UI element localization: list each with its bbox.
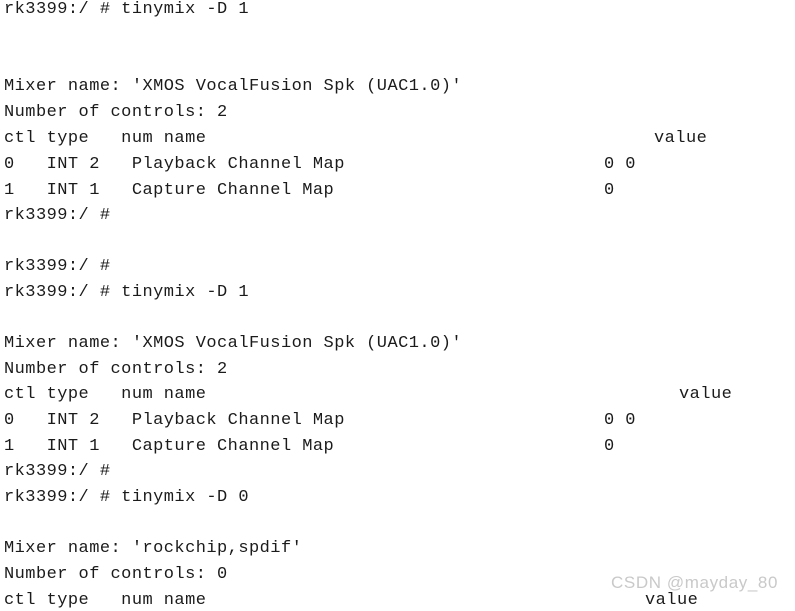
control-value: 0 — [604, 437, 615, 456]
terminal-line-output: Number of controls: 2 — [0, 100, 795, 126]
terminal-line-prompt: rk3399:/ # — [0, 203, 795, 229]
terminal-line-prompt: rk3399:/ # — [0, 459, 795, 485]
value-column-header: value — [679, 385, 733, 404]
terminal-line-command: rk3399:/ # tinymix -D 0 — [0, 485, 795, 511]
terminal-line-text: ctl type num name — [4, 129, 207, 148]
terminal-line-header: ctl type num name value — [0, 382, 795, 408]
terminal-line-output: Mixer name: 'XMOS VocalFusion Spk (UAC1.… — [0, 331, 795, 357]
terminal-line-text: ctl type num name — [4, 591, 207, 610]
terminal-line-header: ctl type num name value — [0, 126, 795, 152]
value-column-header: value — [654, 129, 708, 148]
terminal-line-command: rk3399:/ # tinymix -D 1 — [0, 280, 795, 306]
terminal-line-text: Number of controls: 0 — [4, 565, 228, 584]
terminal-line-control: 1 INT 1 Capture Channel Map 0 — [0, 178, 795, 204]
terminal-line-text: Mixer name: 'rockchip,spdif' — [4, 539, 303, 558]
terminal-line-control: 0 INT 2 Playback Channel Map 0 0 — [0, 152, 795, 178]
control-value: 0 0 — [604, 411, 636, 430]
terminal-line-output: Mixer name: 'XMOS VocalFusion Spk (UAC1.… — [0, 74, 795, 100]
terminal-line-text: rk3399:/ # tinymix -D 0 — [4, 488, 249, 507]
terminal-line-command: rk3399:/ # tinymix -D 1 — [0, 0, 795, 23]
terminal-line-text: ctl type num name — [4, 385, 207, 404]
terminal-line-text: Number of controls: 2 — [4, 103, 228, 122]
control-value: 0 — [604, 181, 615, 200]
terminal-line-control: 0 INT 2 Playback Channel Map 0 0 — [0, 408, 795, 434]
terminal-line-output: Mixer name: 'rockchip,spdif' — [0, 536, 795, 562]
terminal-line-text: 1 INT 1 Capture Channel Map — [4, 437, 335, 456]
terminal-line-text: Mixer name: 'XMOS VocalFusion Spk (UAC1.… — [4, 334, 463, 353]
terminal-line-control: 1 INT 1 Capture Channel Map 0 — [0, 434, 795, 460]
terminal-line-text: rk3399:/ # — [4, 462, 111, 481]
terminal-line-text: Mixer name: 'XMOS VocalFusion Spk (UAC1.… — [4, 77, 463, 96]
terminal-line-text: 0 INT 2 Playback Channel Map — [4, 155, 345, 174]
control-value: 0 0 — [604, 155, 636, 174]
terminal-line-text: Number of controls: 2 — [4, 360, 228, 379]
terminal-line-output: Number of controls: 2 — [0, 357, 795, 383]
terminal-line-text: 0 INT 2 Playback Channel Map — [4, 411, 345, 430]
value-column-header: value — [645, 591, 699, 610]
terminal-line-text: rk3399:/ # — [4, 257, 111, 276]
terminal-line-text: 1 INT 1 Capture Channel Map — [4, 181, 335, 200]
terminal-line-output: Number of controls: 0 — [0, 562, 795, 588]
terminal-output-area: rk3399:/ # tinymix -D 1 Mixer name: 'XMOS… — [0, 0, 795, 611]
terminal-line-header: ctl type num name value — [0, 588, 795, 611]
terminal-line-text: rk3399:/ # tinymix -D 1 — [4, 0, 249, 19]
terminal-line-text: rk3399:/ # tinymix -D 1 — [4, 283, 249, 302]
terminal-line-text: rk3399:/ # — [4, 206, 111, 225]
terminal-line-prompt: rk3399:/ # — [0, 254, 795, 280]
